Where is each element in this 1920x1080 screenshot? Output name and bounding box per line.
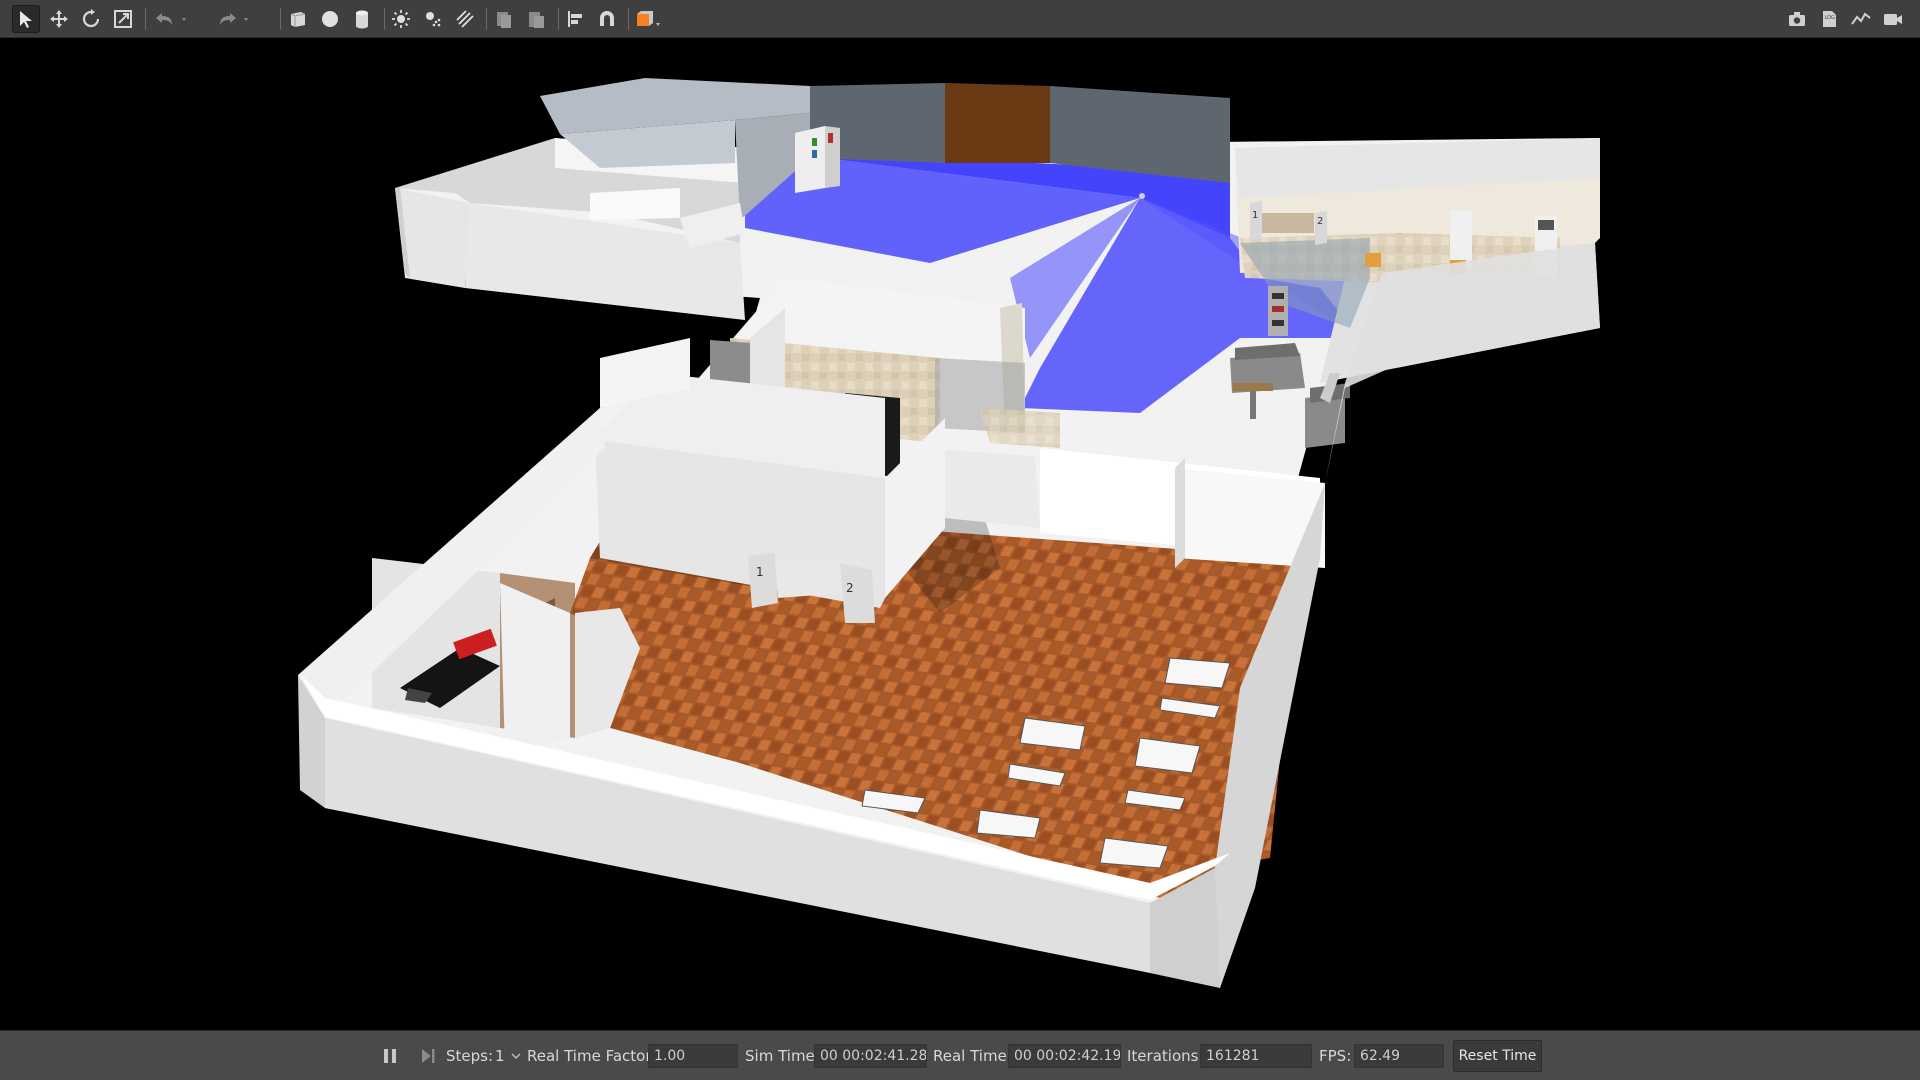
real-time-factor-value: 1.00 [648,1044,738,1068]
toolbar-separator [384,8,385,30]
plot-icon [1851,12,1871,25]
steps-value: 1 [495,1047,505,1065]
real-time-value: 00 00:02:42.194 [1008,1044,1121,1068]
plot-button[interactable] [1847,5,1875,33]
steps-spinbox[interactable]: 1 [495,1031,521,1080]
record-video-button[interactable] [1879,5,1907,33]
log-button[interactable]: LOG [1815,5,1843,33]
scene-render[interactable]: 1 2 1 2 [0,38,1920,1030]
station-label: 1 [756,565,764,579]
box-icon [290,12,306,27]
steps-label: Steps: [446,1047,494,1065]
sim-time-value: 00 00:02:41.281 [814,1044,927,1068]
iterations-label: Iterations: [1127,1047,1204,1065]
cylinder-icon [356,10,368,29]
locker-cabinet [795,126,840,193]
station-label: 2 [846,581,854,595]
change-view-button[interactable] [631,5,667,33]
view-cube-icon [637,11,660,26]
directional-light-icon [456,10,474,28]
move-arrows-icon [50,10,68,28]
station-label: 2 [1317,216,1323,227]
rotate-icon [82,9,100,28]
pause-icon [384,1049,396,1063]
video-camera-icon [1884,14,1902,25]
real-time-label: Real Time: [933,1047,1012,1065]
toolbar-separator [280,8,281,30]
directional-light-button[interactable] [451,5,479,33]
paste-icon [529,12,544,28]
log-icon: LOG [1823,11,1836,27]
fps-label: FPS: [1319,1047,1352,1065]
chevron-down-icon [511,1053,521,1060]
status-bar: Steps: 1 Real Time Factor: 1.00 Sim Time… [0,1030,1920,1080]
svg-text:LOG: LOG [1825,15,1836,21]
sim-time-label: Sim Time: [745,1047,820,1065]
arrow-pointer-icon [20,11,32,28]
undo-button[interactable] [150,5,194,33]
rotate-mode-button[interactable] [77,5,105,33]
select-mode-button[interactable] [12,5,40,33]
toolbar-separator [486,8,487,30]
toolbar-separator [558,8,559,30]
scale-mode-button[interactable] [109,5,137,33]
redo-icon [220,13,248,25]
robot [1268,286,1288,336]
copy-button[interactable] [490,5,518,33]
step-button[interactable] [419,1031,437,1080]
cylinder-shape-button[interactable] [348,5,376,33]
sphere-shape-button[interactable] [316,5,344,33]
snap-button[interactable] [593,5,621,33]
sun-icon [392,10,410,28]
redo-button[interactable] [212,5,256,33]
spot-light-button[interactable] [419,5,447,33]
scale-icon [114,10,132,28]
real-time-factor-label: Real Time Factor: [527,1047,657,1065]
paste-button[interactable] [522,5,550,33]
copy-icon [497,12,511,28]
reset-time-button[interactable]: Reset Time [1453,1040,1542,1072]
spotlight-icon [426,12,441,27]
fps-value: 62.49 [1354,1044,1444,1068]
toolbar-separator [628,8,629,30]
undo-icon [156,13,186,25]
translate-mode-button[interactable] [45,5,73,33]
magnet-icon [600,11,614,26]
step-forward-icon [422,1049,435,1063]
sphere-icon [322,11,338,27]
iterations-value: 161281 [1200,1044,1312,1068]
pause-button[interactable] [381,1031,399,1080]
camera-icon [1789,12,1805,26]
box-shape-button[interactable] [284,5,312,33]
screenshot-button[interactable] [1783,5,1811,33]
point-light-button[interactable] [387,5,415,33]
station-label: 1 [1252,210,1258,221]
toolbar-separator [145,8,146,30]
3d-viewport[interactable]: 1 2 1 2 [0,38,1920,1030]
align-button[interactable] [561,5,589,33]
align-icon [568,11,582,27]
gazebo-toolbar: LOG [0,0,1920,38]
